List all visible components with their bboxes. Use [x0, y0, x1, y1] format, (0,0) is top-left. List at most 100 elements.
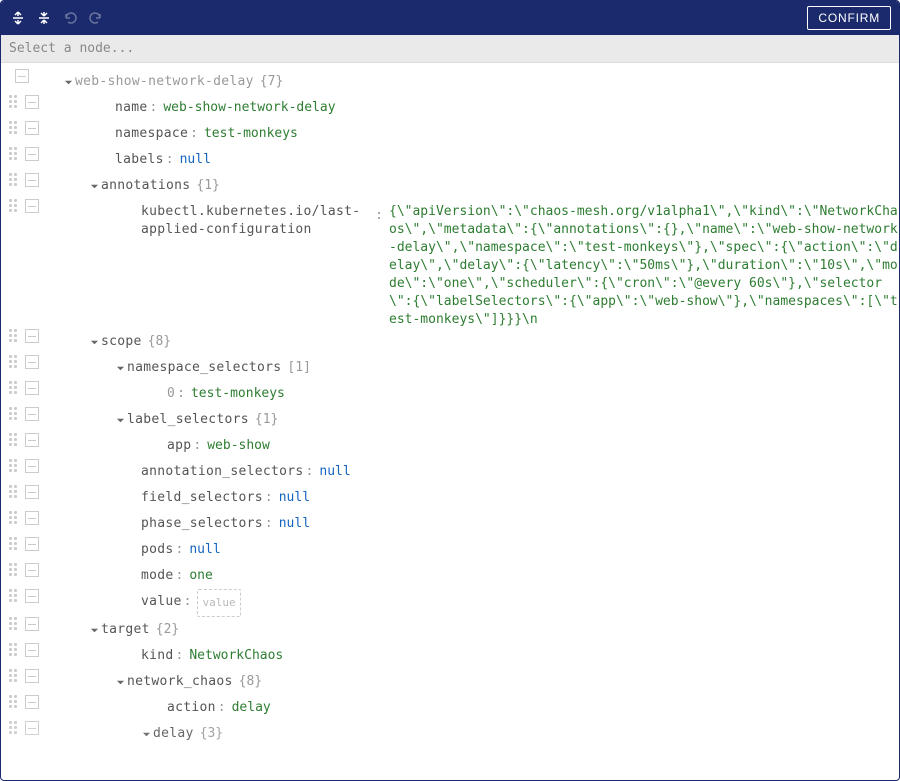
drag-handle-icon[interactable]	[9, 381, 19, 395]
json-editor-panel: CONFIRM web-show-network-delay {7} name:…	[0, 0, 900, 781]
node-value[interactable]: web-show	[207, 433, 270, 459]
caret-down-icon[interactable]	[87, 173, 101, 199]
node-key[interactable]: label_selectors	[127, 407, 249, 433]
node-key[interactable]: pods	[141, 537, 174, 563]
node-key[interactable]: target	[101, 617, 150, 643]
drag-handle-icon[interactable]	[9, 433, 19, 447]
node-menu-icon[interactable]	[25, 643, 39, 657]
node-value[interactable]: null	[279, 485, 310, 511]
drag-handle-icon[interactable]	[9, 355, 19, 369]
drag-handle-icon[interactable]	[9, 563, 19, 577]
caret-down-icon[interactable]	[113, 669, 127, 695]
node-key[interactable]: kubectl.kubernetes.io/last-applied-confi…	[141, 199, 373, 239]
node-key[interactable]: name	[115, 95, 148, 121]
caret-down-icon[interactable]	[61, 69, 75, 95]
node-menu-icon[interactable]	[25, 669, 39, 683]
node-menu-icon[interactable]	[25, 721, 39, 735]
node-value[interactable]: test-monkeys	[191, 381, 285, 407]
drag-handle-icon[interactable]	[9, 329, 19, 343]
caret-down-icon[interactable]	[87, 617, 101, 643]
drag-handle-icon[interactable]	[9, 407, 19, 421]
node-value[interactable]: test-monkeys	[204, 121, 298, 147]
node-menu-icon[interactable]	[25, 147, 39, 161]
caret-down-icon[interactable]	[87, 329, 101, 355]
drag-handle-icon[interactable]	[9, 459, 19, 473]
node-key[interactable]: 0	[167, 381, 175, 407]
confirm-button[interactable]: CONFIRM	[807, 6, 891, 30]
node-key[interactable]: scope	[101, 329, 142, 355]
node-key[interactable]: annotations	[101, 173, 190, 199]
node-menu-icon[interactable]	[25, 121, 39, 135]
drag-handle-icon[interactable]	[9, 511, 19, 525]
search-bar[interactable]	[1, 35, 899, 63]
node-key[interactable]: mode	[141, 563, 174, 589]
tree-row: action: delay	[5, 695, 899, 721]
node-menu-icon[interactable]	[25, 381, 39, 395]
drag-handle-icon[interactable]	[9, 643, 19, 657]
node-key[interactable]: field_selectors	[141, 485, 263, 511]
node-key[interactable]: namespace_selectors	[127, 355, 281, 381]
node-menu-icon[interactable]	[25, 407, 39, 421]
node-count: {1}	[196, 173, 219, 199]
tree-row: scope {8}	[5, 329, 899, 355]
node-key[interactable]: annotation_selectors	[141, 459, 304, 485]
node-value[interactable]: NetworkChaos	[189, 643, 283, 669]
node-menu-icon[interactable]	[25, 589, 39, 603]
drag-handle-icon[interactable]	[9, 617, 19, 631]
node-value[interactable]: null	[279, 511, 310, 537]
node-value-placeholder[interactable]: value	[197, 589, 240, 617]
node-key[interactable]: web-show-network-delay	[75, 69, 254, 95]
node-menu-icon[interactable]	[25, 329, 39, 343]
node-key[interactable]: phase_selectors	[141, 511, 263, 537]
drag-handle-icon[interactable]	[9, 147, 19, 161]
caret-down-icon[interactable]	[139, 721, 153, 747]
drag-handle-icon[interactable]	[9, 199, 19, 213]
node-value[interactable]: null	[319, 459, 350, 485]
node-value[interactable]: web-show-network-delay	[163, 95, 335, 121]
node-menu-icon[interactable]	[25, 433, 39, 447]
caret-down-icon[interactable]	[113, 355, 127, 381]
node-key[interactable]: delay	[153, 721, 194, 747]
node-menu-icon[interactable]	[25, 355, 39, 369]
collapse-all-icon[interactable]	[35, 9, 53, 27]
node-menu-icon[interactable]	[25, 173, 39, 187]
drag-handle-icon[interactable]	[9, 95, 19, 109]
drag-handle-icon[interactable]	[9, 121, 19, 135]
drag-handle-icon[interactable]	[9, 173, 19, 187]
node-key[interactable]: network_chaos	[127, 669, 233, 695]
drag-handle-icon[interactable]	[9, 485, 19, 499]
node-value[interactable]: delay	[232, 695, 271, 721]
node-menu-icon[interactable]	[25, 95, 39, 109]
node-menu-icon[interactable]	[25, 563, 39, 577]
node-count: {7}	[260, 69, 283, 95]
node-menu-icon[interactable]	[25, 485, 39, 499]
node-value[interactable]: {\"apiVersion\":\"chaos-mesh.org/v1alpha…	[389, 199, 899, 329]
drag-handle-icon[interactable]	[9, 669, 19, 683]
node-menu-icon[interactable]	[25, 537, 39, 551]
node-menu-icon[interactable]	[15, 69, 29, 83]
drag-handle-icon[interactable]	[9, 589, 19, 603]
node-key[interactable]: app	[167, 433, 191, 459]
node-value[interactable]: null	[189, 537, 220, 563]
node-menu-icon[interactable]	[25, 695, 39, 709]
tree-row: 0: test-monkeys	[5, 381, 899, 407]
node-key[interactable]: action	[167, 695, 216, 721]
search-input[interactable]	[9, 41, 891, 56]
node-menu-icon[interactable]	[25, 199, 39, 213]
node-key[interactable]: labels	[115, 147, 164, 173]
drag-handle-icon[interactable]	[9, 695, 19, 709]
node-menu-icon[interactable]	[25, 511, 39, 525]
drag-handle-icon[interactable]	[9, 537, 19, 551]
drag-handle-icon[interactable]	[9, 721, 19, 735]
node-key[interactable]: kind	[141, 643, 174, 669]
expand-all-icon[interactable]	[9, 9, 27, 27]
node-menu-icon[interactable]	[25, 459, 39, 473]
node-menu-icon[interactable]	[25, 617, 39, 631]
caret-down-icon[interactable]	[113, 407, 127, 433]
undo-icon	[61, 9, 79, 27]
node-value[interactable]: null	[180, 147, 211, 173]
node-key[interactable]: value	[141, 589, 182, 615]
node-value[interactable]: one	[189, 563, 212, 589]
tree-row: pods: null	[5, 537, 899, 563]
node-key[interactable]: namespace	[115, 121, 188, 147]
